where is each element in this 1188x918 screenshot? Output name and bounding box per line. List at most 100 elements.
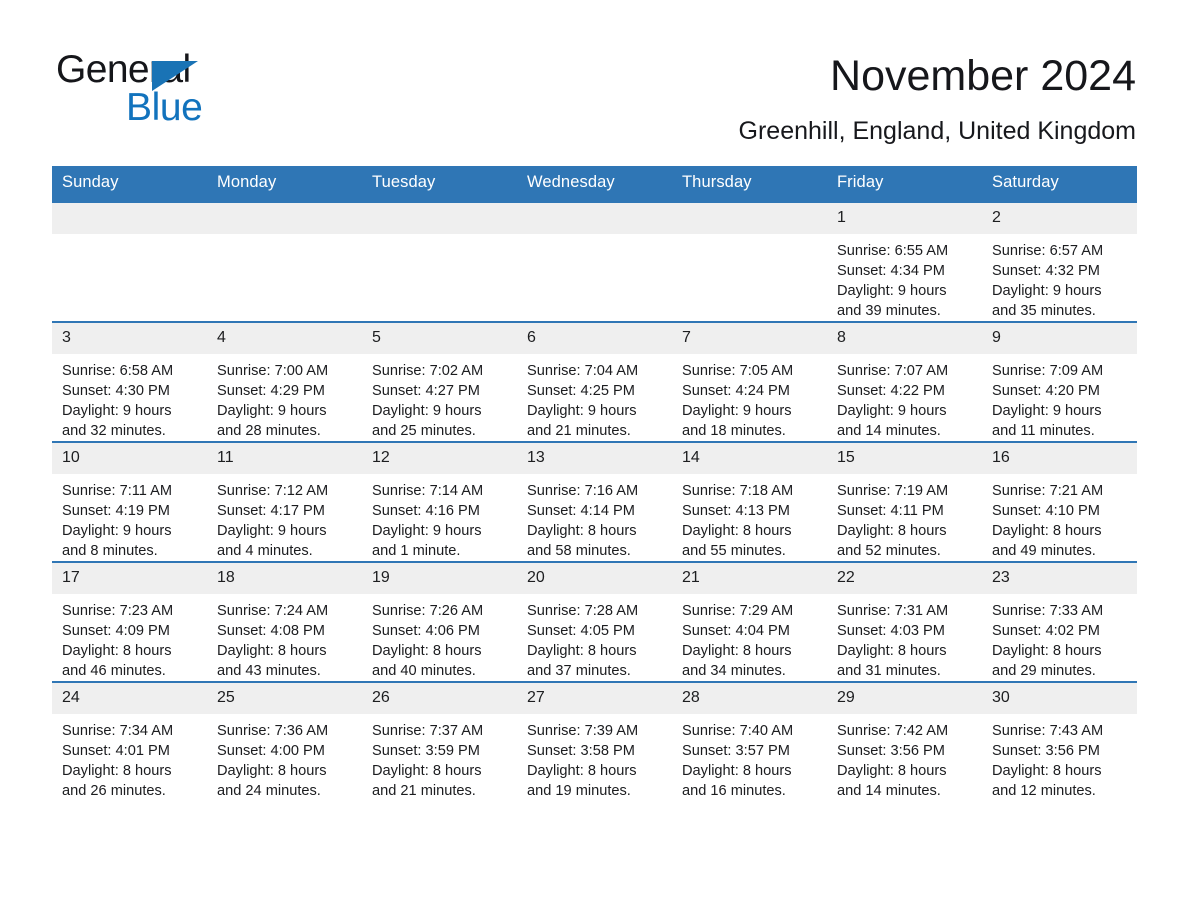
day-details: Sunrise: 7:34 AM Sunset: 4:01 PM Daylight:… bbox=[52, 714, 207, 801]
day-details bbox=[362, 234, 517, 241]
day-detail-line: Sunrise: 7:14 AM bbox=[372, 483, 484, 499]
day-number: 27 bbox=[517, 683, 672, 714]
day-cell-10[interactable]: 10 Sunrise: 7:11 AM Sunset: 4:19 PM Dayligh… bbox=[52, 441, 207, 562]
day-cell-22[interactable]: 22 Sunrise: 7:31 AM Sunset: 4:03 PM Dayligh… bbox=[827, 561, 982, 682]
day-number: 15 bbox=[827, 443, 982, 474]
day-details: Sunrise: 7:39 AM Sunset: 3:58 PM Daylight:… bbox=[517, 714, 672, 801]
day-detail-line: and 32 minutes. bbox=[62, 423, 166, 439]
day-detail-line: and 8 minutes. bbox=[62, 543, 158, 559]
day-detail-line: and 24 minutes. bbox=[217, 783, 321, 799]
day-detail-line: and 14 minutes. bbox=[837, 783, 941, 799]
day-cell-26[interactable]: 26 Sunrise: 7:37 AM Sunset: 3:59 PM Dayligh… bbox=[362, 681, 517, 801]
day-details: Sunrise: 6:57 AM Sunset: 4:32 PM Daylight:… bbox=[982, 234, 1137, 321]
day-detail-line: and 18 minutes. bbox=[682, 423, 786, 439]
weekday-header-tuesday: Tuesday bbox=[362, 166, 517, 202]
day-details bbox=[207, 234, 362, 241]
day-cell-29[interactable]: 29 Sunrise: 7:42 AM Sunset: 3:56 PM Dayligh… bbox=[827, 681, 982, 801]
weekday-header-sunday: Sunday bbox=[52, 166, 207, 202]
day-number: 25 bbox=[207, 683, 362, 714]
day-detail-line: Sunrise: 7:00 AM bbox=[217, 363, 329, 379]
day-detail-line: Daylight: 8 hours bbox=[217, 643, 327, 659]
day-cell-30[interactable]: 30 Sunrise: 7:43 AM Sunset: 3:56 PM Dayligh… bbox=[982, 681, 1137, 801]
day-detail-line: Daylight: 9 hours bbox=[372, 523, 482, 539]
calendar-body: 1 Sunrise: 6:55 AM Sunset: 4:34 PM Daylight… bbox=[52, 200, 1137, 801]
day-detail-line: Daylight: 8 hours bbox=[372, 643, 482, 659]
day-cell-14[interactable]: 14 Sunrise: 7:18 AM Sunset: 4:13 PM Dayligh… bbox=[672, 441, 827, 562]
day-detail-line: Sunrise: 7:18 AM bbox=[682, 483, 794, 499]
day-detail-line: Sunset: 4:22 PM bbox=[837, 383, 945, 399]
day-detail-line: Sunrise: 7:34 AM bbox=[62, 723, 174, 739]
day-number: 12 bbox=[362, 443, 517, 474]
day-detail-line: Sunset: 4:29 PM bbox=[217, 383, 325, 399]
day-cell-9[interactable]: 9 Sunrise: 7:09 AM Sunset: 4:20 PM Daylight… bbox=[982, 321, 1137, 442]
day-number: 23 bbox=[982, 563, 1137, 594]
day-cell-17[interactable]: 17 Sunrise: 7:23 AM Sunset: 4:09 PM Dayligh… bbox=[52, 561, 207, 682]
day-details: Sunrise: 7:14 AM Sunset: 4:16 PM Daylight:… bbox=[362, 474, 517, 561]
day-cell-4[interactable]: 4 Sunrise: 7:00 AM Sunset: 4:29 PM Daylight… bbox=[207, 321, 362, 442]
day-number: 22 bbox=[827, 563, 982, 594]
day-number bbox=[52, 203, 207, 234]
day-detail-line: Sunrise: 7:42 AM bbox=[837, 723, 949, 739]
day-details: Sunrise: 6:58 AM Sunset: 4:30 PM Daylight:… bbox=[52, 354, 207, 441]
day-details: Sunrise: 7:33 AM Sunset: 4:02 PM Daylight:… bbox=[982, 594, 1137, 681]
day-cell-2[interactable]: 2 Sunrise: 6:57 AM Sunset: 4:32 PM Daylight… bbox=[982, 200, 1137, 322]
day-cell-13[interactable]: 13 Sunrise: 7:16 AM Sunset: 4:14 PM Dayligh… bbox=[517, 441, 672, 562]
day-detail-line: Daylight: 8 hours bbox=[682, 763, 792, 779]
day-cell-6[interactable]: 6 Sunrise: 7:04 AM Sunset: 4:25 PM Daylight… bbox=[517, 321, 672, 442]
day-cell-12[interactable]: 12 Sunrise: 7:14 AM Sunset: 4:16 PM Dayligh… bbox=[362, 441, 517, 562]
day-detail-line: Daylight: 8 hours bbox=[837, 643, 947, 659]
day-detail-line: and 16 minutes. bbox=[682, 783, 786, 799]
day-cell-1[interactable]: 1 Sunrise: 6:55 AM Sunset: 4:34 PM Daylight… bbox=[827, 200, 982, 322]
day-detail-line: and 11 minutes. bbox=[992, 423, 1095, 439]
day-cell-8[interactable]: 8 Sunrise: 7:07 AM Sunset: 4:22 PM Daylight… bbox=[827, 321, 982, 442]
day-detail-line: Daylight: 9 hours bbox=[992, 283, 1102, 299]
day-cell-28[interactable]: 28 Sunrise: 7:40 AM Sunset: 3:57 PM Dayligh… bbox=[672, 681, 827, 801]
day-detail-line: Sunset: 4:20 PM bbox=[992, 383, 1100, 399]
day-cell-3[interactable]: 3 Sunrise: 6:58 AM Sunset: 4:30 PM Daylight… bbox=[52, 321, 207, 442]
day-number: 11 bbox=[207, 443, 362, 474]
day-detail-line: and 58 minutes. bbox=[527, 543, 631, 559]
day-number bbox=[672, 203, 827, 234]
day-cell-19[interactable]: 19 Sunrise: 7:26 AM Sunset: 4:06 PM Dayligh… bbox=[362, 561, 517, 682]
day-cell-16[interactable]: 16 Sunrise: 7:21 AM Sunset: 4:10 PM Dayligh… bbox=[982, 441, 1137, 562]
day-details: Sunrise: 7:00 AM Sunset: 4:29 PM Daylight:… bbox=[207, 354, 362, 441]
day-cell-empty bbox=[207, 200, 362, 322]
day-detail-line: and 31 minutes. bbox=[837, 663, 941, 679]
day-detail-line: and 14 minutes. bbox=[837, 423, 941, 439]
day-number: 29 bbox=[827, 683, 982, 714]
day-cell-27[interactable]: 27 Sunrise: 7:39 AM Sunset: 3:58 PM Dayligh… bbox=[517, 681, 672, 801]
day-detail-line: Daylight: 9 hours bbox=[682, 403, 792, 419]
weekday-header-saturday: Saturday bbox=[982, 166, 1137, 202]
day-detail-line: Daylight: 9 hours bbox=[837, 283, 947, 299]
day-detail-line: Sunset: 4:14 PM bbox=[527, 503, 635, 519]
day-number: 6 bbox=[517, 323, 672, 354]
day-cell-11[interactable]: 11 Sunrise: 7:12 AM Sunset: 4:17 PM Dayligh… bbox=[207, 441, 362, 562]
day-cell-15[interactable]: 15 Sunrise: 7:19 AM Sunset: 4:11 PM Dayligh… bbox=[827, 441, 982, 562]
day-detail-line: Sunrise: 7:21 AM bbox=[992, 483, 1104, 499]
day-number: 3 bbox=[52, 323, 207, 354]
day-cell-empty bbox=[672, 200, 827, 322]
day-cell-23[interactable]: 23 Sunrise: 7:33 AM Sunset: 4:02 PM Dayligh… bbox=[982, 561, 1137, 682]
day-cell-25[interactable]: 25 Sunrise: 7:36 AM Sunset: 4:00 PM Dayligh… bbox=[207, 681, 362, 801]
day-details: Sunrise: 7:23 AM Sunset: 4:09 PM Daylight:… bbox=[52, 594, 207, 681]
day-detail-line: Sunrise: 7:37 AM bbox=[372, 723, 484, 739]
day-detail-line: Daylight: 9 hours bbox=[992, 403, 1102, 419]
title-block: November 2024 Greenhill, England, United… bbox=[739, 48, 1136, 148]
day-detail-line: Sunset: 3:56 PM bbox=[837, 743, 945, 759]
day-detail-line: Daylight: 8 hours bbox=[837, 763, 947, 779]
day-detail-line: Sunrise: 7:19 AM bbox=[837, 483, 949, 499]
generalblue-logo[interactable]: General Blue bbox=[56, 48, 316, 132]
day-cell-21[interactable]: 21 Sunrise: 7:29 AM Sunset: 4:04 PM Dayligh… bbox=[672, 561, 827, 682]
day-cell-24[interactable]: 24 Sunrise: 7:34 AM Sunset: 4:01 PM Dayligh… bbox=[52, 681, 207, 801]
day-cell-5[interactable]: 5 Sunrise: 7:02 AM Sunset: 4:27 PM Daylight… bbox=[362, 321, 517, 442]
day-cell-7[interactable]: 7 Sunrise: 7:05 AM Sunset: 4:24 PM Daylight… bbox=[672, 321, 827, 442]
day-number: 5 bbox=[362, 323, 517, 354]
day-detail-line: and 43 minutes. bbox=[217, 663, 321, 679]
day-detail-line: Sunset: 4:10 PM bbox=[992, 503, 1100, 519]
day-detail-line: Sunset: 4:03 PM bbox=[837, 623, 945, 639]
day-detail-line: Sunrise: 7:39 AM bbox=[527, 723, 639, 739]
day-details: Sunrise: 7:42 AM Sunset: 3:56 PM Daylight:… bbox=[827, 714, 982, 801]
day-cell-18[interactable]: 18 Sunrise: 7:24 AM Sunset: 4:08 PM Dayligh… bbox=[207, 561, 362, 682]
day-details: Sunrise: 7:18 AM Sunset: 4:13 PM Daylight:… bbox=[672, 474, 827, 561]
day-cell-20[interactable]: 20 Sunrise: 7:28 AM Sunset: 4:05 PM Dayligh… bbox=[517, 561, 672, 682]
